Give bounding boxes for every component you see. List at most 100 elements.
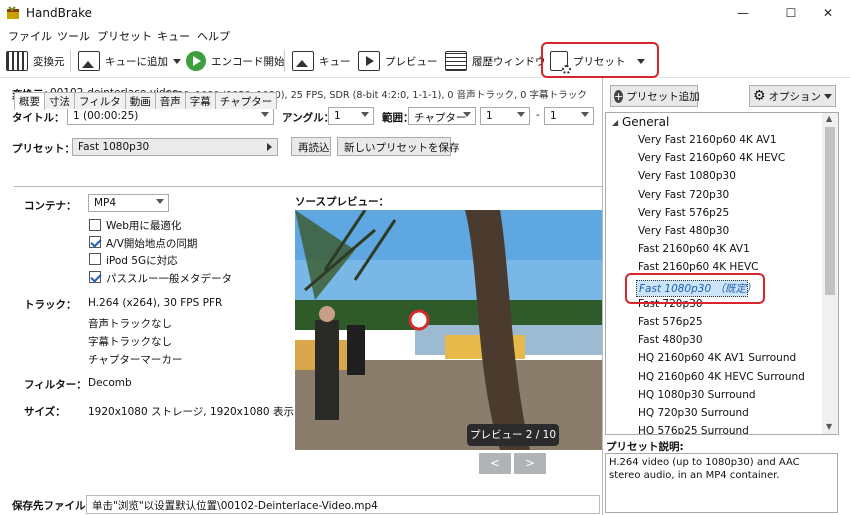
collapse-arrow-icon[interactable]: ◢ [612, 118, 618, 127]
title-select[interactable]: 1 (00:00:25) [67, 107, 274, 125]
track-line: H.264 (x264), 30 FPS PFR [88, 297, 223, 309]
filters-label: フィルター： [24, 379, 87, 391]
add-preset-button[interactable]: + プリセット追加 [610, 85, 700, 107]
activity-window-button[interactable]: 履歴ウィンドウ [445, 48, 546, 74]
container-select[interactable]: MP4 [88, 194, 169, 212]
preset-options-label: オプション [768, 90, 822, 103]
close-button[interactable]: ✕ [805, 0, 850, 26]
scroll-up-icon[interactable]: ▲ [826, 114, 832, 123]
title-select-value: 1 (00:00:25) [73, 110, 139, 122]
preview-icon [358, 51, 380, 71]
menu-bar: ファイル ツール プリセット キュー ヘルプ [0, 26, 850, 44]
source-label: 変換元 [33, 55, 65, 68]
preview-button[interactable]: プレビュー [358, 48, 438, 74]
preset-item[interactable]: Fast 576p25 [638, 316, 703, 328]
preview-next-button[interactable]: > [514, 453, 546, 474]
menu-presets[interactable]: プリセット [97, 28, 152, 44]
tab-subtitles[interactable]: 字幕 [184, 92, 216, 109]
save-new-preset-button[interactable]: 新しいプリセットを保存 [337, 137, 460, 156]
range-type-value: チャプター [414, 112, 467, 124]
web-optimized-checkbox[interactable] [89, 219, 101, 231]
preset-item[interactable]: HQ 2160p60 4K AV1 Surround [638, 352, 796, 364]
preset-item[interactable]: HQ 720p30 Surround [638, 407, 749, 419]
source-preview-label: ソースプレビュー： [295, 196, 389, 208]
tab-audio[interactable]: 音声 [154, 92, 186, 109]
toolbar-separator [284, 50, 285, 72]
film-icon [6, 51, 28, 71]
reload-preset-button[interactable]: 再読込 [291, 137, 331, 156]
plus-icon: + [614, 89, 624, 103]
preset-item[interactable]: Very Fast 2160p60 4K HEVC [638, 152, 785, 164]
preset-item[interactable]: Very Fast 1080p30 [638, 170, 736, 182]
preset-select[interactable]: Fast 1080p30 [72, 138, 278, 156]
activity-window-label: 履歴ウィンドウ [472, 55, 546, 68]
add-to-queue-button[interactable]: キューに追加 [78, 48, 181, 74]
ipod-5g-label: iPod 5Gに対応 [106, 255, 178, 267]
preset-list-scrollbar[interactable]: ▲ ▼ [822, 113, 838, 434]
chevron-down-icon [824, 93, 833, 99]
tab-filters[interactable]: フィルタ [74, 92, 126, 109]
start-encode-button[interactable]: エンコード開始 [186, 48, 285, 74]
save-file-label: 保存先ファイル： [12, 500, 96, 512]
chevron-right-icon [267, 143, 272, 151]
av-align-checkbox[interactable] [89, 236, 101, 248]
ipod-5g-checkbox[interactable] [89, 253, 101, 265]
preview-counter: プレビュー 2 / 10 [467, 424, 559, 446]
range-to-select[interactable]: 1 [544, 107, 594, 125]
preset-item[interactable]: Fast 2160p60 4K HEVC [638, 261, 758, 273]
add-to-queue-label: キューに追加 [105, 55, 168, 68]
menu-file[interactable]: ファイル [8, 28, 52, 44]
preset-description-label: プリセット説明: [606, 441, 684, 453]
preset-item[interactable]: Fast 480p30 [638, 334, 703, 346]
container-label: コンテナ： [24, 200, 77, 212]
menu-queue[interactable]: キュー [157, 28, 190, 44]
angle-select[interactable]: 1 [328, 107, 374, 125]
presets-button[interactable]: プリセット [550, 48, 645, 74]
source-button[interactable]: 変換元 [6, 48, 65, 74]
preset-item[interactable]: Very Fast 720p30 [638, 189, 729, 201]
minimize-button[interactable]: — [720, 0, 766, 26]
preset-item[interactable]: HQ 2160p60 4K HEVC Surround [638, 371, 805, 383]
range-from-value: 1 [486, 110, 493, 122]
tab-chapters[interactable]: チャプター [214, 92, 278, 109]
track-line: 音声トラックなし [88, 318, 172, 330]
presets-label: プリセット [573, 55, 626, 68]
title-bar: HandBrake — ☐ ✕ [0, 0, 850, 26]
track-line: 字幕トラックなし [88, 336, 172, 348]
preset-item[interactable]: HQ 1080p30 Surround [638, 389, 756, 401]
preset-item[interactable]: HQ 576p25 Surround [638, 425, 749, 434]
preset-item[interactable]: Very Fast 576p25 [638, 207, 729, 219]
queue-icon [292, 51, 314, 71]
tab-dimensions[interactable]: 寸法 [44, 92, 75, 109]
queue-button[interactable]: キュー [292, 48, 351, 74]
start-encode-label: エンコード開始 [211, 55, 285, 68]
tab-video[interactable]: 動画 [124, 92, 156, 109]
tab-summary[interactable]: 概要 [14, 92, 45, 110]
preset-item[interactable]: Very Fast 2160p60 4K AV1 [638, 134, 777, 146]
passthru-metadata-label: パススルー一般メタデータ [106, 273, 232, 285]
scroll-down-icon[interactable]: ▼ [826, 422, 832, 431]
preview-prev-button[interactable]: < [479, 453, 511, 474]
gear-icon: ⚙ [753, 88, 766, 104]
activity-log-icon [445, 51, 467, 71]
save-path-input[interactable]: 单击"浏览"以设置默认位置\00102-Deinterlace-Video.mp… [86, 495, 600, 514]
selected-preset-highlight-box [625, 273, 765, 304]
preset-options-button[interactable]: ⚙ オプション [749, 85, 836, 107]
scrollbar-thumb[interactable] [825, 127, 835, 295]
passthru-metadata-checkbox[interactable] [89, 271, 101, 283]
chevron-down-icon[interactable] [636, 58, 645, 64]
range-from-select[interactable]: 1 [480, 107, 530, 125]
handbrake-logo-icon [7, 6, 19, 19]
preset-settings-icon [550, 51, 571, 74]
save-path-value: 单击"浏览"以设置默认位置\00102-Deinterlace-Video.mp… [92, 500, 378, 512]
range-dash: - [536, 109, 540, 121]
preset-item[interactable]: Very Fast 480p30 [638, 225, 729, 237]
web-optimized-label: Web用に最適化 [106, 220, 182, 232]
chevron-down-icon[interactable] [173, 58, 181, 64]
range-type-select[interactable]: チャプター [408, 107, 476, 125]
toolbar: 変換元 キューに追加 エンコード開始 キュー プレビュー 履歴ウィンドウ プリセ… [0, 42, 850, 78]
preset-group-general[interactable]: General [622, 115, 669, 129]
menu-tools[interactable]: ツール [57, 28, 90, 44]
preset-item[interactable]: Fast 2160p60 4K AV1 [638, 243, 750, 255]
menu-help[interactable]: ヘルプ [197, 28, 230, 44]
